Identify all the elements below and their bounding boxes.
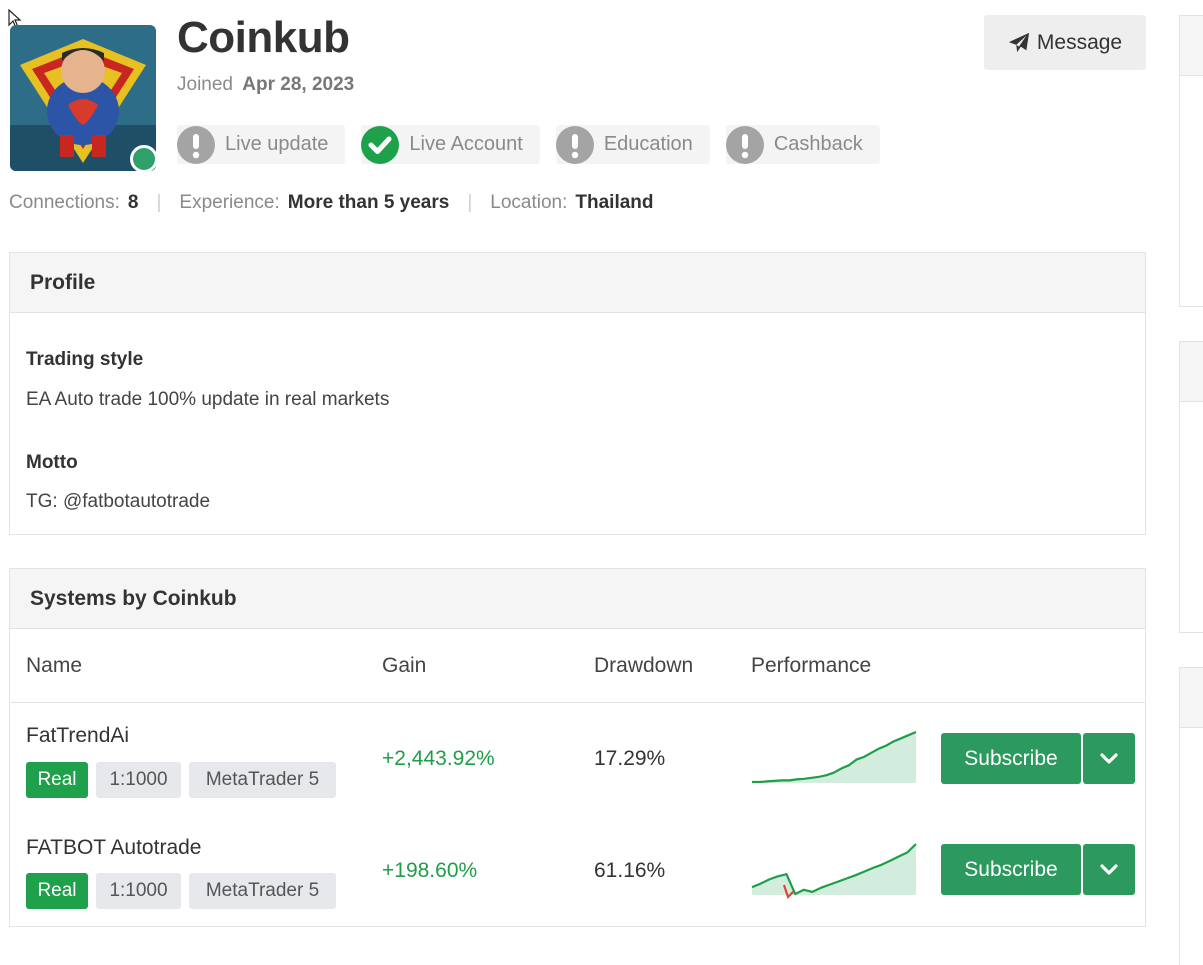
badge-education[interactable]: Education [555, 125, 710, 164]
badge-label: Live Account [409, 133, 523, 155]
motto-label: Motto [26, 452, 78, 473]
user-name: Coinkub [177, 13, 350, 62]
location-value: Thailand [575, 192, 654, 213]
side-panel [1179, 341, 1203, 633]
leverage-tag: 1:1000 [96, 873, 181, 909]
badge-live-account[interactable]: Live Account [361, 125, 540, 164]
sparkline-area [752, 844, 916, 895]
drawdown-value: 61.16% [594, 859, 666, 882]
subscribe-button[interactable]: Subscribe [941, 844, 1081, 895]
system-name-link[interactable]: FatTrendAi [26, 724, 129, 748]
profile-panel: Profile Trading style EA Auto trade 100%… [9, 252, 1146, 535]
online-status-indicator [130, 145, 158, 173]
column-header-performance: Performance [751, 654, 872, 677]
side-panel-header [1180, 342, 1203, 402]
stats-divider: | [467, 192, 473, 213]
exclamation-icon [177, 125, 215, 164]
stats-divider: | [156, 192, 162, 213]
account-type-tag: Real [26, 873, 88, 909]
experience-value: More than 5 years [287, 192, 450, 213]
chevron-down-icon [1100, 752, 1118, 764]
column-header-name: Name [26, 654, 83, 677]
joined-label: Joined [177, 74, 233, 95]
badge-live-update[interactable]: Live update [177, 125, 346, 164]
row-divider [10, 926, 1145, 927]
badge-label: Education [603, 133, 693, 155]
verification-badges: Live update Live Account Education Cashb… [177, 125, 880, 164]
drawdown-value: 17.29% [594, 747, 666, 770]
systems-panel: Systems by Coinkub Name Gain Drawdown Pe… [9, 568, 1146, 927]
side-panel-header [1180, 668, 1203, 728]
motto-value: TG: @fatbotautotrade [26, 491, 211, 512]
joined-date-value: Apr 28, 2023 [242, 74, 355, 95]
chevron-down-icon [1100, 863, 1118, 875]
row-divider [10, 702, 1145, 703]
subscribe-button[interactable]: Subscribe [941, 733, 1081, 784]
gain-value: +2,443.92% [382, 747, 495, 770]
column-header-gain: Gain [382, 654, 427, 677]
platform-tag: MetaTrader 5 [189, 873, 336, 909]
performance-sparkline [751, 843, 917, 899]
side-panel [1179, 667, 1203, 965]
subscribe-options-dropdown[interactable] [1083, 844, 1135, 895]
system-name-link[interactable]: FATBOT Autotrade [26, 836, 201, 860]
badge-label: Live update [225, 133, 329, 155]
platform-tag: MetaTrader 5 [189, 762, 336, 798]
connections-label: Connections: [9, 192, 120, 213]
badge-cashback[interactable]: Cashback [725, 125, 880, 164]
sparkline-area [752, 732, 916, 783]
subscribe-options-dropdown[interactable] [1083, 733, 1135, 784]
performance-sparkline [752, 730, 917, 784]
joined-date: Joined Apr 28, 2023 [177, 74, 354, 96]
connections-value[interactable]: 8 [128, 192, 139, 214]
panel-title: Systems by Coinkub [10, 569, 1145, 629]
badge-label: Cashback [773, 133, 863, 155]
location-label: Location: [490, 192, 568, 213]
exclamation-icon [555, 125, 594, 164]
experience-label: Experience: [179, 192, 280, 213]
account-type-tag: Real [26, 762, 88, 798]
profile-stats: Connections: 8 | Experience: More than 5… [9, 192, 654, 214]
panel-title: Profile [10, 253, 1145, 313]
trading-style-label: Trading style [26, 349, 144, 370]
side-panel-header [1180, 16, 1203, 76]
side-panel [1179, 15, 1203, 307]
leverage-tag: 1:1000 [96, 762, 181, 798]
paper-plane-icon [1008, 32, 1029, 52]
trading-style-value: EA Auto trade 100% update in real market… [26, 389, 390, 410]
check-icon [361, 125, 400, 164]
message-button[interactable]: Message [984, 15, 1146, 70]
column-header-drawdown: Drawdown [594, 654, 694, 677]
gain-value: +198.60% [382, 859, 478, 882]
message-label: Message [1036, 30, 1123, 54]
exclamation-icon [725, 125, 764, 164]
